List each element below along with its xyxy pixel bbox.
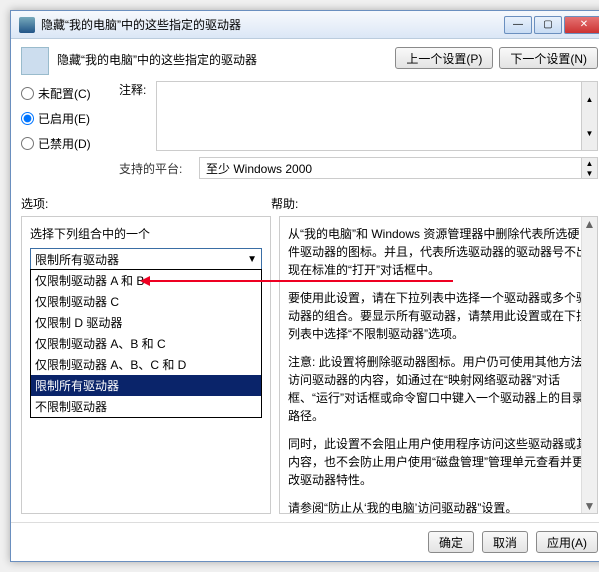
help-text: 从“我的电脑”和 Windows 资源管理器中删除代表所选硬件驱动器的图标。并且… <box>288 225 589 514</box>
cancel-button[interactable]: 取消 <box>482 531 528 553</box>
radio-enabled[interactable]: 已启用(E) <box>21 110 111 127</box>
radio-unconfigured[interactable]: 未配置(C) <box>21 85 111 102</box>
supported-platform-field: 至少 Windows 2000 ▲▼ <box>199 157 598 179</box>
app-icon <box>19 17 35 33</box>
comment-textarea[interactable]: ▲▼ <box>156 81 598 151</box>
radio-disabled[interactable]: 已禁用(D) <box>21 135 111 152</box>
policy-description: 隐藏“我的电脑”中的这些指定的驱动器 <box>57 47 395 68</box>
policy-icon <box>21 47 49 75</box>
previous-setting-button[interactable]: 上一个设置(P) <box>395 47 493 69</box>
maximize-button[interactable]: ▢ <box>534 16 562 34</box>
chevron-down-icon: ▼ <box>247 254 257 265</box>
minimize-button[interactable]: — <box>504 16 532 34</box>
combo-selected-value: 限制所有驱动器 <box>35 251 119 268</box>
drive-combo-list[interactable]: 仅限制驱动器 A 和 B仅限制驱动器 C仅限制 D 驱动器仅限制驱动器 A、B … <box>30 269 262 418</box>
combo-option[interactable]: 不限制驱动器 <box>31 396 261 417</box>
annotation-arrow <box>143 280 453 282</box>
combo-option[interactable]: 仅限制 D 驱动器 <box>31 312 261 333</box>
scroll-up-icon[interactable]: ▲ <box>584 217 596 231</box>
window-title: 隐藏“我的电脑”中的这些指定的驱动器 <box>41 16 504 33</box>
help-paragraph: 从“我的电脑”和 Windows 资源管理器中删除代表所选硬件驱动器的图标。并且… <box>288 225 589 279</box>
drive-combo[interactable]: 限制所有驱动器 ▼ <box>30 248 262 270</box>
scroll-down-icon[interactable]: ▼ <box>581 168 597 178</box>
help-pane: 从“我的电脑”和 Windows 资源管理器中删除代表所选硬件驱动器的图标。并且… <box>279 216 598 514</box>
close-button[interactable]: ✕ <box>564 16 599 34</box>
combo-option[interactable]: 仅限制驱动器 A、B 和 C <box>31 333 261 354</box>
title-bar: 隐藏“我的电脑”中的这些指定的驱动器 — ▢ ✕ <box>11 11 599 39</box>
help-label: 帮助: <box>271 195 598 212</box>
combo-option[interactable]: 仅限制驱动器 A、B、C 和 D <box>31 354 261 375</box>
apply-button[interactable]: 应用(A) <box>536 531 598 553</box>
supported-platform-label: 支持的平台: <box>119 160 199 177</box>
scroll-down-icon[interactable]: ▼ <box>581 116 597 150</box>
combo-option[interactable]: 仅限制驱动器 C <box>31 291 261 312</box>
comment-label: 注释: <box>119 81 150 151</box>
options-pane: 选择下列组合中的一个 限制所有驱动器 ▼ 仅限制驱动器 A 和 B仅限制驱动器 … <box>21 216 271 514</box>
options-label: 选项: <box>21 195 271 212</box>
help-paragraph: 请参阅“防止从‘我的电脑’访问驱动器”设置。 <box>288 499 589 514</box>
scroll-up-icon[interactable]: ▲ <box>581 82 597 116</box>
help-paragraph: 同时，此设置不会阻止用户使用程序访问这些驱动器或其内容，也不会防止用户使用“磁盘… <box>288 435 589 489</box>
ok-button[interactable]: 确定 <box>428 531 474 553</box>
help-paragraph: 注意: 此设置将删除驱动器图标。用户仍可使用其他方法访问驱动器的内容，如通过在“… <box>288 353 589 425</box>
help-paragraph: 要使用此设置，请在下拉列表中选择一个驱动器或多个驱动器的组合。要显示所有驱动器，… <box>288 289 589 343</box>
combo-option[interactable]: 限制所有驱动器 <box>31 375 261 396</box>
scroll-up-icon[interactable]: ▲ <box>581 158 597 168</box>
next-setting-button[interactable]: 下一个设置(N) <box>499 47 598 69</box>
scrollbar[interactable]: ▲▼ <box>581 217 597 513</box>
scroll-down-icon[interactable]: ▼ <box>584 499 596 513</box>
options-prompt: 选择下列组合中的一个 <box>30 225 262 242</box>
